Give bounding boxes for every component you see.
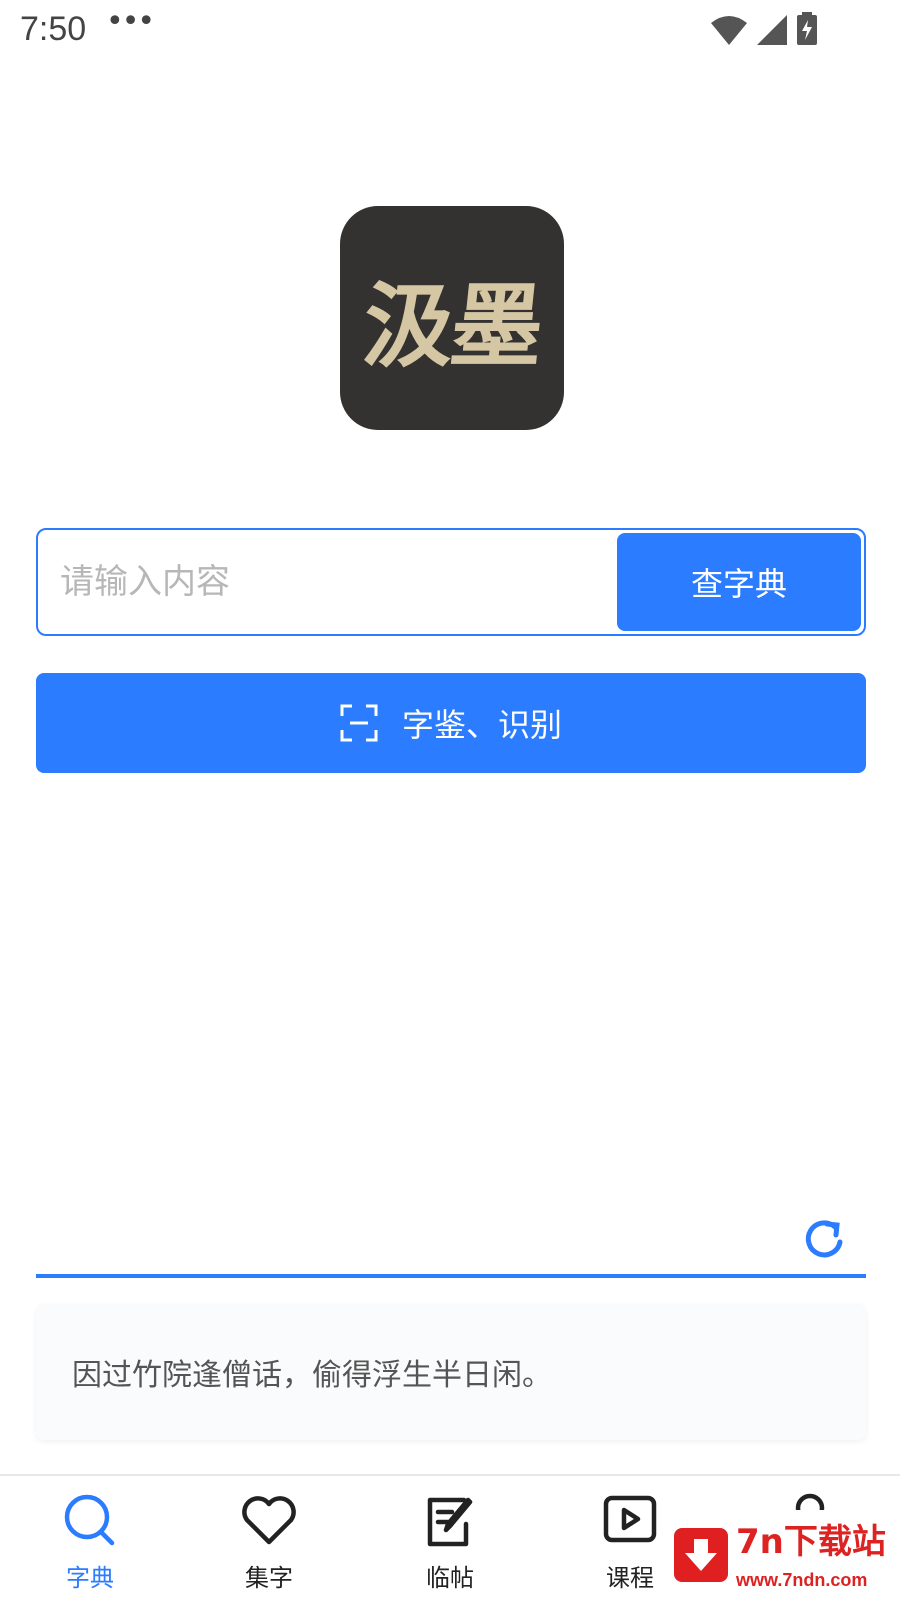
edit-icon [427, 1497, 473, 1547]
status-time: 7:50 [20, 10, 87, 48]
scan-button-label: 字鉴、识别 [401, 706, 562, 744]
logo-calligraphy: 汲墨 [357, 271, 545, 380]
refresh-icon[interactable] [802, 1216, 848, 1262]
watermark: 7n下载站 www.7ndn.com [668, 1510, 900, 1600]
signal-icon [757, 15, 787, 45]
watermark-url: www.7ndn.com [736, 1570, 868, 1590]
download-arrow-icon [674, 1528, 728, 1582]
search-box: 查字典 [36, 528, 866, 636]
dictionary-search-button[interactable]: 查字典 [617, 533, 861, 631]
app-logo: 汲墨 [340, 206, 564, 430]
overflow-dots-icon: ••• [106, 4, 155, 39]
search-input[interactable] [60, 530, 620, 634]
status-icons [710, 12, 818, 46]
scan-frame-icon [340, 704, 378, 742]
wifi-icon [711, 16, 747, 45]
nav-item-collect[interactable]: 集字 [209, 1490, 329, 1598]
battery-charging-icon [797, 12, 817, 45]
nav-label: 字典 [66, 1564, 114, 1592]
nav-item-dictionary[interactable]: 字典 [30, 1490, 150, 1598]
nav-label: 集字 [245, 1564, 293, 1592]
watermark-title: 7n下载站 [736, 1522, 886, 1562]
status-bar: 7:50 ••• [0, 0, 900, 60]
nav-label: 课程 [606, 1564, 654, 1592]
divider-line [36, 1274, 866, 1278]
nav-label: 临帖 [426, 1564, 474, 1592]
quote-text: 因过竹院逢僧话，偷得浮生半日闲。 [72, 1358, 552, 1393]
video-icon [603, 1495, 657, 1543]
search-icon [64, 1494, 115, 1546]
nav-item-copybook[interactable]: 临帖 [390, 1490, 510, 1598]
quote-card[interactable]: 因过竹院逢僧话，偷得浮生半日闲。 [36, 1304, 866, 1440]
scan-recognize-button[interactable]: 字鉴、识别 [36, 673, 866, 773]
heart-icon [242, 1496, 296, 1545]
